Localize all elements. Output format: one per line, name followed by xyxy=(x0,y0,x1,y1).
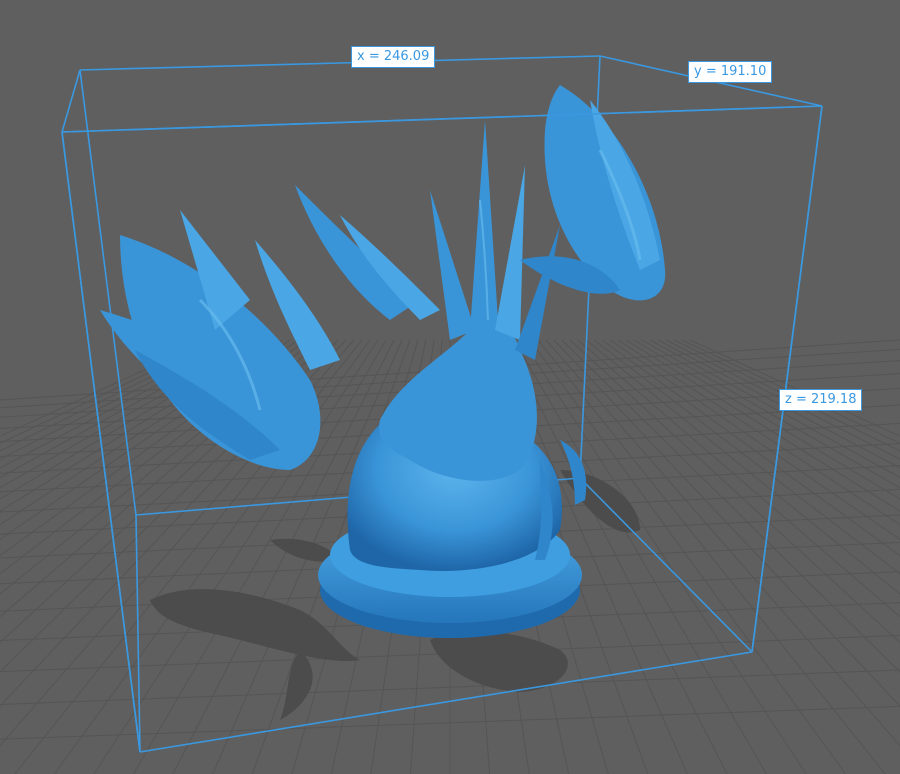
dimension-z-label: z = 219.18 xyxy=(779,389,863,411)
dimension-y-label: y = 191.10 xyxy=(688,61,773,83)
dimension-x-label: x = 246.09 xyxy=(351,46,436,68)
viewport-canvas[interactable] xyxy=(0,0,900,774)
3d-viewport[interactable]: x = 246.09 y = 191.10 z = 219.18 xyxy=(0,0,900,774)
